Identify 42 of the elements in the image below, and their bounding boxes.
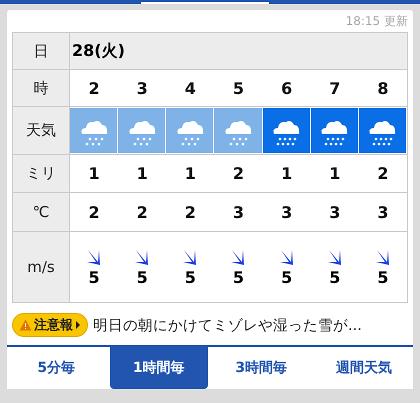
hour-cell: 7 — [310, 70, 359, 106]
wind-speed: 5 — [184, 268, 196, 286]
update-time: 18:15 更新 — [344, 13, 409, 30]
hour-cell: 4 — [166, 70, 214, 106]
row-label: 時 — [13, 70, 70, 106]
hour-cell: 5 — [214, 70, 263, 106]
wind-speed: 5 — [232, 268, 244, 286]
precip-cell: 1 — [118, 155, 166, 192]
temp-cell: 2 — [166, 193, 214, 231]
wind-speed: 5 — [136, 268, 148, 286]
warning-badge[interactable]: 注意報 — [12, 313, 88, 337]
precip-cell: 1 — [262, 155, 311, 192]
temp-cell: 2 — [118, 193, 166, 231]
temp-cell: 3 — [310, 193, 359, 231]
wind-speed: 5 — [329, 268, 340, 286]
badge-label: 注意報 — [34, 316, 73, 334]
view-tab[interactable]: 1時間毎 — [110, 347, 208, 389]
warning-text[interactable]: 明日の朝にかけてミゾレや湿った雪が... — [93, 316, 362, 334]
hour-cell: 2 — [70, 70, 118, 106]
temp-cell: 3 — [214, 193, 263, 231]
temp-cell: 3 — [262, 193, 311, 231]
hour-cell: 6 — [262, 70, 311, 106]
row-label: ミリ — [13, 155, 70, 192]
hour-cell: 8 — [358, 70, 407, 106]
precip-cell: 2 — [214, 155, 263, 192]
wind-speed: 5 — [377, 268, 388, 286]
row-label: 日 — [13, 33, 70, 69]
wind-speed: 5 — [88, 268, 100, 286]
warning-icon — [19, 319, 32, 331]
date-cell: 28(火) — [70, 33, 407, 69]
temp-cell: 3 — [358, 193, 407, 231]
precip-cell: 1 — [310, 155, 359, 192]
caret-icon — [75, 321, 81, 329]
row-label: 天気 — [13, 107, 70, 154]
row-label: m/s — [13, 232, 70, 302]
wind-speed: 5 — [281, 268, 292, 286]
temp-cell: 2 — [70, 193, 118, 231]
precip-cell: 2 — [358, 155, 407, 192]
hour-cell: 3 — [118, 70, 166, 106]
precip-cell: 1 — [70, 155, 118, 192]
precip-cell: 1 — [166, 155, 214, 192]
row-label: ℃ — [13, 193, 70, 231]
